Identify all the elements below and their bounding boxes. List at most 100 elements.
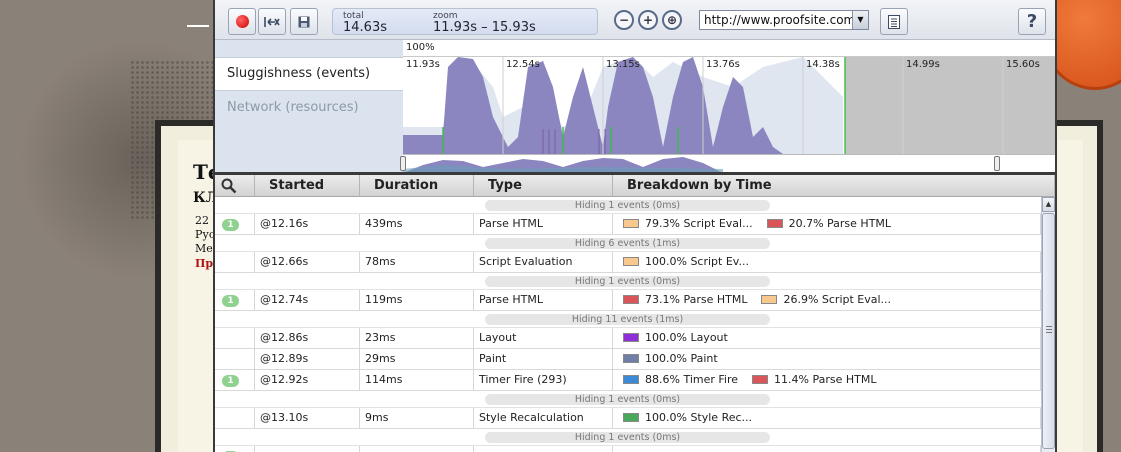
tick-label: 11.93s <box>406 59 440 70</box>
started-cell: @12.66s <box>255 252 360 273</box>
badge-cell <box>215 349 255 370</box>
clear-range-button[interactable] <box>258 8 286 35</box>
overview-slider[interactable] <box>400 154 1055 173</box>
zoom-out-icon: − <box>618 13 630 27</box>
hidden-events-label[interactable]: Hiding 1 events (0ms) <box>485 394 770 405</box>
duration-cell: 23ms <box>360 328 474 349</box>
zoom-fit-icon: ⊕ <box>666 13 678 27</box>
badge-cell: 1 <box>215 370 255 391</box>
hidden-events-label[interactable]: Hiding 1 events (0ms) <box>485 200 770 211</box>
chevron-up-icon: ▲ <box>1045 200 1052 208</box>
color-swatch <box>623 375 639 384</box>
badge-cell: 1 <box>215 290 255 311</box>
column-started[interactable]: Started <box>255 175 360 197</box>
table-row[interactable]: @12.89s 29ms Paint 100.0% Paint <box>215 349 1041 370</box>
column-type[interactable]: Type <box>474 175 613 197</box>
hint-badge[interactable]: 1 <box>222 219 239 231</box>
slider-handle-left[interactable] <box>400 156 406 171</box>
table-row[interactable]: @12.66s 78ms Script Evaluation 100.0% Scrip… <box>215 252 1041 273</box>
hint-badge[interactable]: 1 <box>222 375 239 387</box>
help-button[interactable]: ? <box>1018 8 1046 35</box>
scroll-thumb[interactable] <box>1042 213 1055 449</box>
hidden-events-row[interactable]: Hiding 1 events (0ms) <box>215 197 1041 214</box>
started-cell: @12.74s <box>255 290 360 311</box>
record-icon <box>235 15 249 28</box>
color-swatch <box>623 257 639 266</box>
color-swatch <box>623 413 639 422</box>
timeline-percent: 100% <box>403 40 1055 57</box>
table-row[interactable]: 1 @12.74s 119ms Parse HTML 73.1% Parse HTML 2… <box>215 290 1041 311</box>
tick-label: 14.38s <box>806 59 840 70</box>
table-header: Started Duration Type Breakdown by Time <box>215 175 1055 197</box>
hidden-events-label[interactable]: Hiding 1 events (0ms) <box>485 276 770 287</box>
timeline-graph[interactable]: 11.93s 12.54s 13.15s 13.76s 14.38s 14.99… <box>403 57 1055 154</box>
duration-cell: 9ms <box>360 408 474 429</box>
breakdown-cell: 100.0% Script Ev... <box>613 252 1041 273</box>
color-swatch <box>623 219 639 228</box>
started-cell: @12.89s <box>255 349 360 370</box>
duration-cell: 114ms <box>360 370 474 391</box>
type-cell: Parse HTML <box>474 214 613 235</box>
hidden-events-label[interactable]: Hiding 6 events (1ms) <box>485 238 770 249</box>
started-cell: @12.16s <box>255 214 360 235</box>
breakdown-item: 100.0% Paint <box>623 352 718 365</box>
duration-cell: 119ms <box>360 290 474 311</box>
table-row[interactable]: @13.10s 9ms Style Recalculation 100.0% Styl… <box>215 408 1041 429</box>
type-cell: Script Evaluation <box>474 252 613 273</box>
breakdown-text: 88.6% Timer Fire <box>645 373 739 386</box>
report-button[interactable] <box>880 8 908 35</box>
zoom-in-button[interactable]: + <box>638 10 658 30</box>
sluggishness-graph <box>403 57 1055 154</box>
breakdown-text: 73.1% Parse HTML <box>645 293 748 306</box>
column-duration[interactable]: Duration <box>360 175 474 197</box>
record-button[interactable] <box>228 8 256 35</box>
search-column-button[interactable] <box>215 175 255 197</box>
breakdown-text: 79.3% Script Eval... <box>645 217 753 230</box>
hidden-events-row[interactable]: Hiding 11 events (1ms) <box>215 311 1041 328</box>
color-swatch <box>623 295 639 304</box>
zoom-fit-button[interactable]: ⊕ <box>662 10 682 30</box>
started-cell: @12.92s <box>255 370 360 391</box>
breakdown-item: 88.6% Timer Fire <box>623 373 738 386</box>
table-row[interactable]: @12.86s 23ms Layout 100.0% Layout <box>215 328 1041 349</box>
total-value: 14.63s <box>343 20 387 35</box>
hint-badge[interactable]: 1 <box>222 295 239 307</box>
timeline-row-sluggishness[interactable]: Sluggishness (events) <box>215 57 403 91</box>
table-scrollbar[interactable]: ▲ <box>1041 197 1055 452</box>
document-icon <box>888 14 900 29</box>
save-icon <box>298 16 310 27</box>
save-button[interactable] <box>290 8 318 35</box>
breakdown-item: 100.0% Style Rec... <box>623 411 752 424</box>
scroll-up-button[interactable]: ▲ <box>1042 197 1055 212</box>
color-swatch <box>761 295 778 304</box>
zoom-in-icon: + <box>642 13 654 27</box>
hidden-events-label[interactable]: Hiding 11 events (1ms) <box>485 314 770 325</box>
slider-handle-right[interactable] <box>994 156 1000 171</box>
breakdown-cell: 88.6% Timer Fire 11.4% Parse HTML <box>613 370 1041 391</box>
badge-cell <box>215 252 255 273</box>
hidden-events-row[interactable]: Hiding 1 events (0ms) <box>215 273 1041 290</box>
breakdown-cell: 73.1% Parse HTML 26.9% Script Eval... <box>613 290 1041 311</box>
hidden-events-row[interactable]: Hiding 1 events (0ms) <box>215 391 1041 408</box>
table-row[interactable]: 1 @12.16s 439ms Parse HTML 79.3% Script Eval… <box>215 214 1041 235</box>
table-row[interactable]: 1 <box>215 446 1041 452</box>
breakdown-cell: 100.0% Style Rec... <box>613 408 1041 429</box>
table-row[interactable]: 1 @12.92s 114ms Timer Fire (293) 88.6% Timer… <box>215 370 1041 391</box>
hidden-events-label[interactable]: Hiding 1 events (0ms) <box>485 432 770 443</box>
hidden-events-row[interactable]: Hiding 6 events (1ms) <box>215 235 1041 252</box>
tick-label: 13.76s <box>706 59 740 70</box>
url-select[interactable]: http://www.proofsite.com ▼ <box>699 10 869 30</box>
type-cell: Parse HTML <box>474 290 613 311</box>
breakdown-cell <box>613 446 1041 452</box>
toolbar: total 14.63s zoom 11.93s – 15.93s − + ⊕ … <box>215 0 1055 40</box>
zoom-out-button[interactable]: − <box>614 10 634 30</box>
url-value: http://www.proofsite.com <box>704 13 856 27</box>
timeline-row-network[interactable]: Network (resources) <box>215 92 403 126</box>
column-breakdown[interactable]: Breakdown by Time <box>613 175 1055 197</box>
breakdown-item: 79.3% Script Eval... <box>623 217 753 230</box>
background-red-link[interactable]: Пр <box>195 257 213 270</box>
hidden-events-row[interactable]: Hiding 1 events (0ms) <box>215 429 1041 446</box>
chevron-down-icon[interactable]: ▼ <box>852 11 868 29</box>
background-line-1: 22 <box>195 214 209 227</box>
badge-cell <box>215 408 255 429</box>
